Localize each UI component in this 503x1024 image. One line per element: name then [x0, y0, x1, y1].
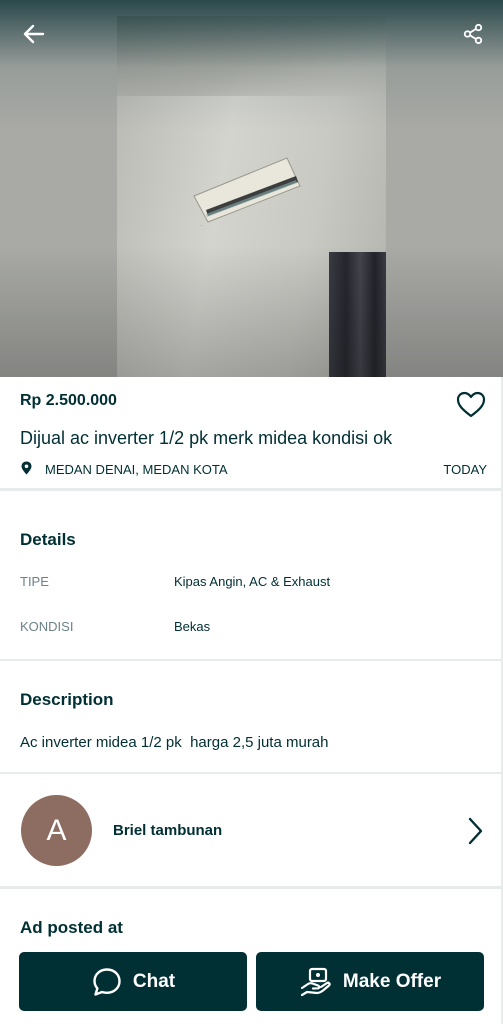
listing-title: Dijual ac inverter 1/2 pk merk midea kon… [20, 428, 393, 448]
air-conditioner-image [193, 157, 301, 226]
detail-key-tipe: TIPE [20, 574, 49, 589]
divider [0, 488, 503, 491]
seller-profile-row[interactable]: A Briel tambunan [0, 776, 503, 886]
ad-posted-heading: Ad posted at [20, 918, 123, 937]
make-offer-button[interactable]: Make Offer [256, 952, 484, 1011]
detail-value-tipe: Kipas Angin, AC & Exhaust [174, 574, 331, 589]
offer-hand-icon [300, 967, 331, 996]
chat-bubble-icon [93, 967, 121, 996]
avatar: A [21, 795, 92, 866]
make-offer-button-label: Make Offer [342, 970, 442, 992]
back-button[interactable] [14, 14, 54, 54]
chat-button[interactable]: Chat [19, 952, 247, 1011]
detail-key-kondisi: KONDISI [20, 619, 74, 634]
listing-price: Rp 2.500.000 [20, 392, 117, 409]
arrow-left-icon [23, 24, 45, 44]
listing-photo-area[interactable] [0, 0, 503, 377]
detail-value-kondisi: Bekas [174, 619, 211, 634]
divider [0, 886, 503, 889]
listing-date: TODAY [443, 462, 487, 477]
favorite-button[interactable] [454, 388, 488, 420]
seller-name: Briel tambunan [113, 822, 223, 839]
photo-curtain [329, 252, 386, 377]
share-icon [463, 23, 483, 45]
location-pin-icon [21, 461, 32, 475]
divider [0, 659, 503, 661]
photo-ceiling [117, 16, 386, 96]
description-text: Ac inverter midea 1/2 pk harga 2,5 juta … [20, 734, 329, 751]
bottom-action-bar: Chat Make Offer [0, 938, 503, 1024]
divider [0, 772, 503, 774]
heart-outline-icon [456, 391, 486, 418]
listing-photo[interactable] [117, 16, 386, 377]
details-heading: Details [20, 530, 76, 549]
description-heading: Description [20, 690, 114, 709]
chevron-right-icon [468, 817, 483, 845]
share-button[interactable] [453, 14, 493, 54]
listing-location: MEDAN DENAI, MEDAN KOTA [45, 462, 228, 477]
chat-button-label: Chat [132, 970, 176, 992]
